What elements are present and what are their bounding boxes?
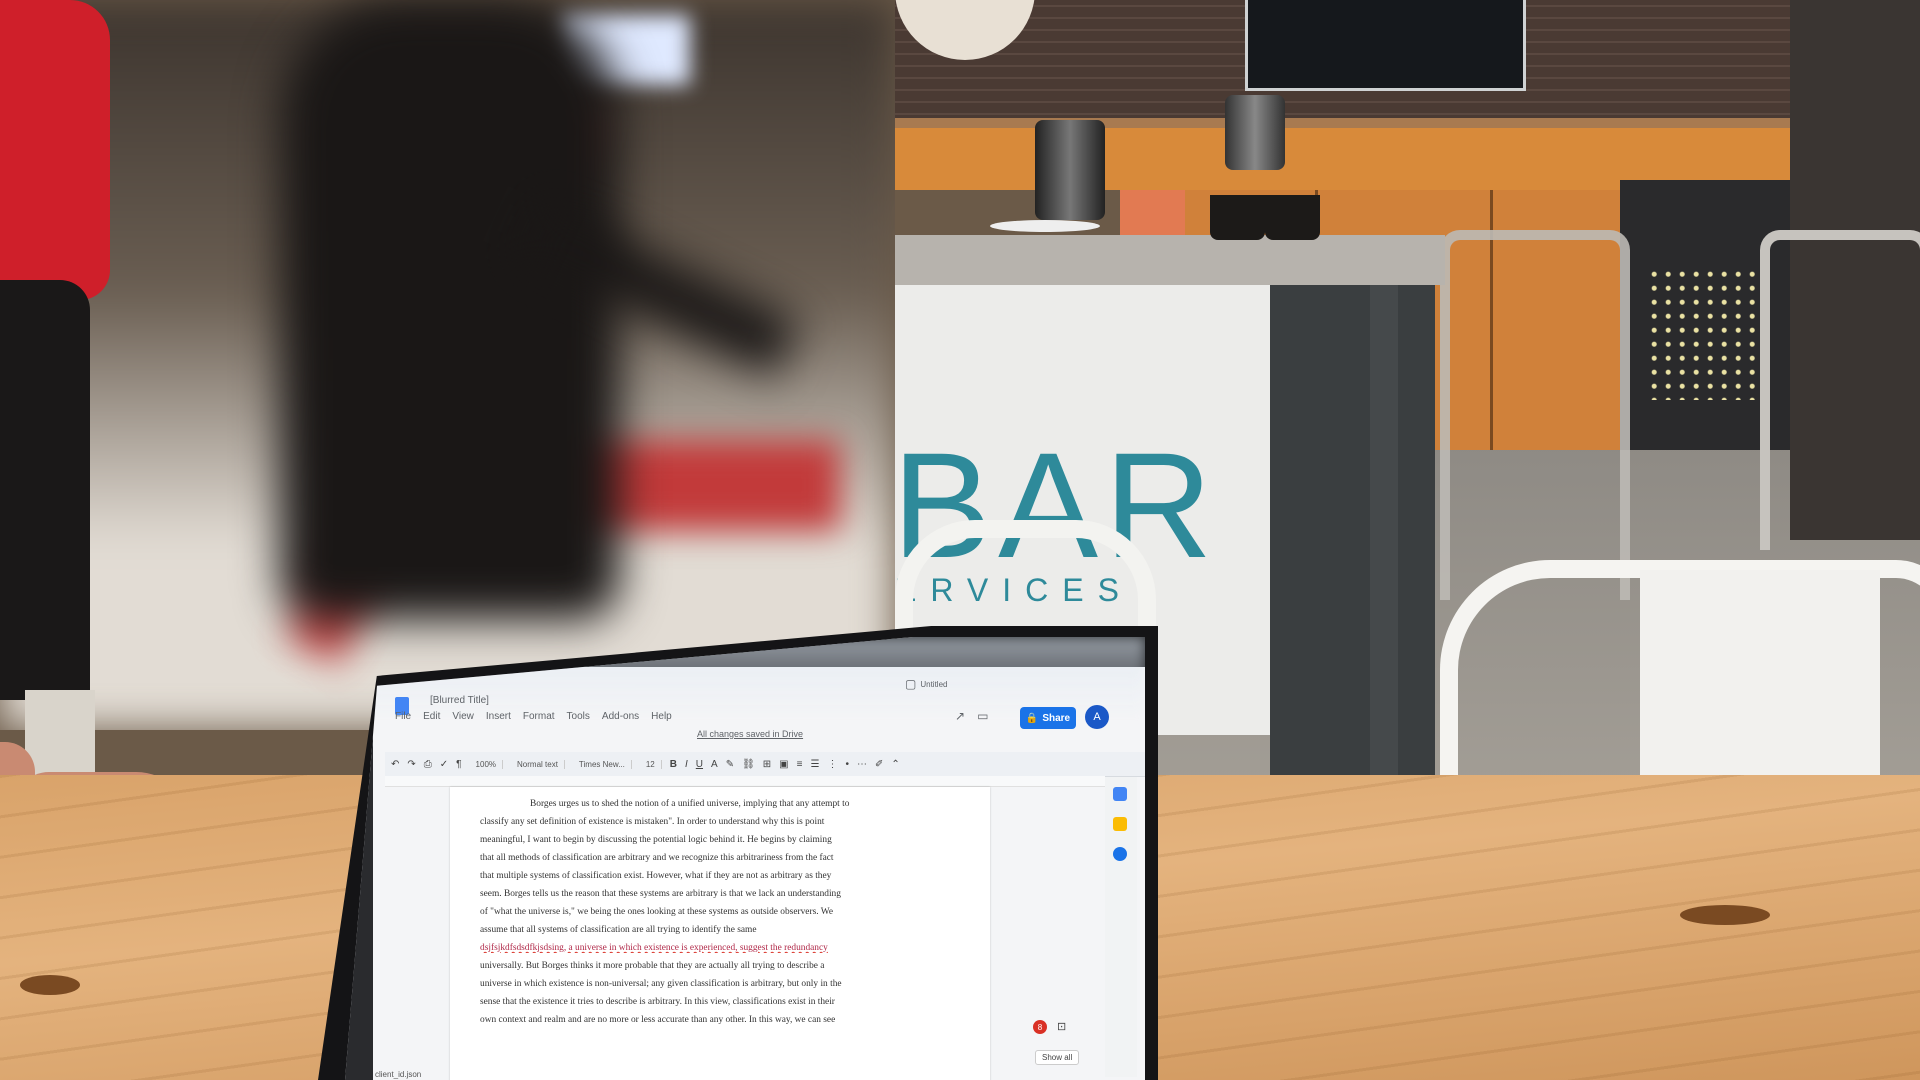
orange-cup — [1120, 190, 1185, 235]
sock — [25, 690, 95, 785]
undo-icon[interactable]: ↶ — [391, 759, 399, 770]
notification-badge[interactable]: 8 — [1033, 1020, 1047, 1034]
share-label: Share — [1042, 712, 1071, 724]
docs-toolbar: ↶ ↷ ⎙ ✓ ¶ 100% Normal text Times New... … — [385, 752, 1145, 777]
show-all-button[interactable]: Show all — [1035, 1050, 1080, 1065]
activity-icon[interactable]: ↗ — [955, 709, 965, 723]
download-bar-item[interactable]: client_id.json — [375, 1070, 421, 1079]
bar-stool — [1760, 230, 1920, 550]
doc-line: universally. But Borges thinks it more p… — [480, 961, 825, 971]
blurred-region — [0, 0, 895, 730]
doc-line: of "what the universe is," we being the … — [480, 907, 834, 917]
image-icon[interactable]: ▣ — [779, 759, 788, 770]
comment-icon[interactable]: ▭ — [977, 709, 988, 723]
menu-file[interactable]: File — [395, 711, 411, 729]
doc-tab-icon: ▢ — [905, 677, 917, 691]
back-counter-top — [895, 118, 1795, 128]
doc-title[interactable]: [Blurred Title] — [430, 695, 489, 706]
keep-icon[interactable] — [1113, 817, 1127, 831]
doc-line: assume that all systems of classificatio… — [480, 925, 757, 935]
menu-insert[interactable]: Insert — [486, 711, 511, 729]
italic-icon[interactable]: I — [685, 759, 688, 770]
doc-line: own context and realm and are no more or… — [480, 1015, 836, 1025]
blurred-person — [280, 0, 620, 620]
align-icon[interactable]: ≡ — [797, 759, 803, 770]
line-spacing-icon[interactable]: ☰ — [810, 759, 819, 770]
explore-icon[interactable]: ⊡ — [1057, 1020, 1066, 1033]
underline-icon[interactable]: U — [696, 759, 703, 770]
menu-addons[interactable]: Add-ons — [602, 711, 639, 729]
save-status[interactable]: All changes saved in Drive — [697, 729, 803, 739]
pencil-icon[interactable]: ✐ — [875, 759, 883, 770]
size-select[interactable]: 12 — [640, 759, 662, 769]
laptop-screen: ▢ Untitled [Blurred Title] File Edit Vie… — [345, 637, 1145, 1080]
more-icon[interactable]: ⋯ — [857, 759, 867, 770]
counter-top — [895, 235, 1445, 285]
style-select[interactable]: Normal text — [511, 759, 565, 769]
tasks-icon[interactable] — [1113, 847, 1127, 861]
highlight-icon[interactable]: ✎ — [726, 759, 734, 770]
bar-stool — [1440, 230, 1630, 600]
share-button[interactable]: 🔒 Share — [1020, 707, 1076, 729]
doc-line: that multiple systems of classification … — [480, 871, 832, 881]
text-color-icon[interactable]: A — [711, 759, 718, 770]
docs-menubar: File Edit View Insert Format Tools Add-o… — [395, 711, 672, 729]
red-hoodie-person — [0, 0, 110, 300]
print-icon[interactable]: ⎙ — [424, 759, 432, 770]
paint-format-icon[interactable]: ¶ — [456, 759, 461, 770]
counter-side — [1270, 285, 1435, 785]
doc-line: seem. Borges tells us the reason that th… — [480, 889, 841, 899]
menu-help[interactable]: Help — [651, 711, 672, 729]
redo-icon[interactable]: ↷ — [407, 759, 415, 770]
side-panel — [1105, 777, 1137, 1077]
coffee-urn — [1225, 95, 1285, 170]
doc-line: that all methods of classification are a… — [480, 853, 834, 863]
ruler[interactable] — [385, 776, 1105, 787]
link-icon[interactable]: ⛓ — [742, 759, 755, 770]
doc-line-misspelled: dsjfsjkdfsdsdfkjsdsing, a universe in wh… — [480, 943, 828, 953]
menu-tools[interactable]: Tools — [567, 711, 590, 729]
photo-scene: BAR ERVICES ▢ Untitled [Blurred Title] F… — [0, 0, 1920, 1080]
font-select[interactable]: Times New... — [573, 759, 632, 769]
cup — [1210, 195, 1265, 240]
doc-line: Borges urges us to shed the notion of a … — [530, 799, 850, 809]
doc-line: classify any set definition of existence… — [480, 817, 825, 827]
doc-line: meaningful, I want to begin by discussin… — [480, 835, 832, 845]
numbered-list-icon[interactable]: ⋮ — [827, 759, 837, 770]
doc-page[interactable]: Borges urges us to shed the notion of a … — [450, 787, 990, 1080]
person-legs — [0, 280, 90, 700]
avatar[interactable]: A — [1085, 705, 1109, 729]
bulleted-list-icon[interactable]: • — [845, 759, 849, 770]
counter-leg — [1370, 285, 1398, 795]
calendar-icon[interactable] — [1113, 787, 1127, 801]
string-lights — [1650, 270, 1770, 400]
cup — [1265, 195, 1320, 240]
menu-edit[interactable]: Edit — [423, 711, 440, 729]
doc-line: universe in which existence is non-unive… — [480, 979, 842, 989]
lock-icon: 🔒 — [1025, 712, 1039, 724]
zoom-select[interactable]: 100% — [470, 759, 504, 769]
comment-add-icon[interactable]: ⊞ — [763, 759, 771, 770]
coffee-urn — [1035, 120, 1105, 220]
bold-icon[interactable]: B — [670, 759, 677, 770]
wood-knot — [1680, 905, 1770, 925]
wood-knot — [20, 975, 80, 995]
chevron-up-icon[interactable]: ⌃ — [891, 759, 899, 770]
menu-view[interactable]: View — [452, 711, 474, 729]
menu-format[interactable]: Format — [523, 711, 555, 729]
tab-label[interactable]: Untitled — [920, 680, 947, 689]
wall-tv — [1245, 0, 1526, 91]
plate — [990, 220, 1100, 232]
doc-line: sense that the existence it tries to des… — [480, 997, 835, 1007]
spellcheck-icon[interactable]: ✓ — [440, 759, 448, 770]
